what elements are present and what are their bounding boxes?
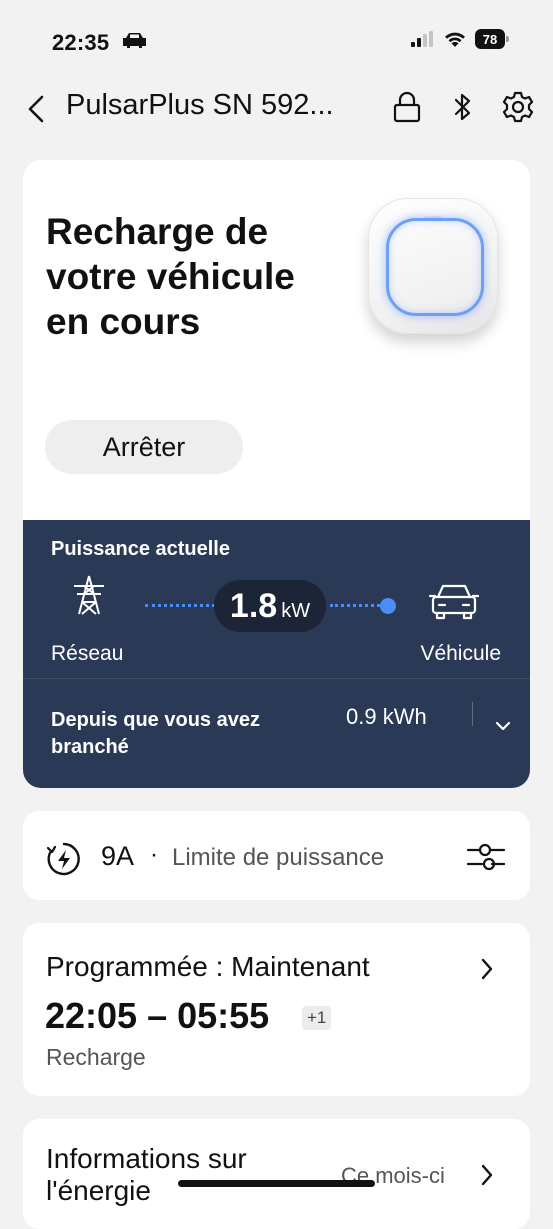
lock-icon[interactable]	[392, 91, 422, 128]
home-indicator[interactable]	[178, 1180, 375, 1187]
charger-image	[368, 198, 498, 334]
power-limit-amps: 9A	[101, 841, 135, 871]
charging-status-title: Recharge de votre véhicule en cours	[46, 211, 295, 342]
schedule-time-range: 22:05 – 05:55	[45, 995, 270, 1036]
car-status-icon	[121, 31, 148, 54]
back-icon[interactable]	[26, 94, 46, 129]
vehicle-icon	[428, 581, 480, 626]
chevron-right-icon[interactable]	[479, 1163, 495, 1192]
current-power-panel: Puissance actuelle 1.8 kW Réseau Véhicul…	[23, 520, 530, 788]
power-unit: kW	[281, 600, 311, 622]
since-plugged-label: Depuis que vous avez branché	[51, 709, 260, 758]
separator-dot: ·	[150, 841, 158, 868]
wifi-icon	[445, 32, 465, 47]
divider	[472, 702, 473, 726]
energy-info-card[interactable]: Informations sur l'énergie Ce mois-ci	[23, 1119, 530, 1229]
battery-icon: 78	[475, 29, 509, 49]
status-bar: 22:35 78	[0, 0, 553, 80]
energy-flow-endpoint	[380, 598, 396, 614]
power-limit-card[interactable]: 9A · Limite de puissance	[23, 811, 530, 900]
nav-bar: PulsarPlus SN 592...	[0, 80, 553, 140]
charging-status-card: Recharge de votre véhicule en cours Arrê…	[23, 160, 530, 788]
power-limit-icon	[44, 839, 84, 884]
energy-flow-dots-right	[330, 604, 386, 607]
schedule-title: Programmée : Maintenant	[46, 951, 370, 982]
grid-label: Réseau	[51, 642, 124, 665]
sliders-icon[interactable]	[466, 840, 506, 879]
current-power-value: 1.8 kW	[214, 580, 326, 632]
charger-led-ring	[386, 218, 484, 316]
bluetooth-icon[interactable]	[452, 91, 474, 128]
current-power-label: Puissance actuelle	[51, 538, 230, 560]
divider	[23, 678, 530, 679]
energy-info-title: Informations sur l'énergie	[46, 1143, 247, 1206]
status-time: 22:35	[52, 30, 110, 55]
settings-gear-icon[interactable]	[501, 90, 535, 129]
vehicle-label: Véhicule	[420, 642, 501, 665]
signal-icon	[411, 31, 433, 47]
charger-title: PulsarPlus SN 592...	[66, 89, 334, 121]
status-right: 78	[411, 29, 509, 49]
chevron-right-icon[interactable]	[479, 957, 495, 986]
schedule-subtitle: Recharge	[46, 1044, 146, 1070]
power-number: 1.8	[229, 587, 278, 625]
next-day-badge: +1	[302, 1006, 332, 1030]
chevron-down-icon[interactable]	[494, 719, 512, 737]
energy-delivered-value: 0.9 kWh	[346, 704, 427, 729]
stop-charging-button[interactable]: Arrêter	[45, 420, 243, 474]
battery-level: 78	[475, 29, 505, 49]
power-grid-icon	[71, 574, 107, 621]
power-limit-label: Limite de puissance	[172, 844, 385, 871]
schedule-card[interactable]: Programmée : Maintenant 22:05 – 05:55 +1…	[23, 923, 530, 1096]
